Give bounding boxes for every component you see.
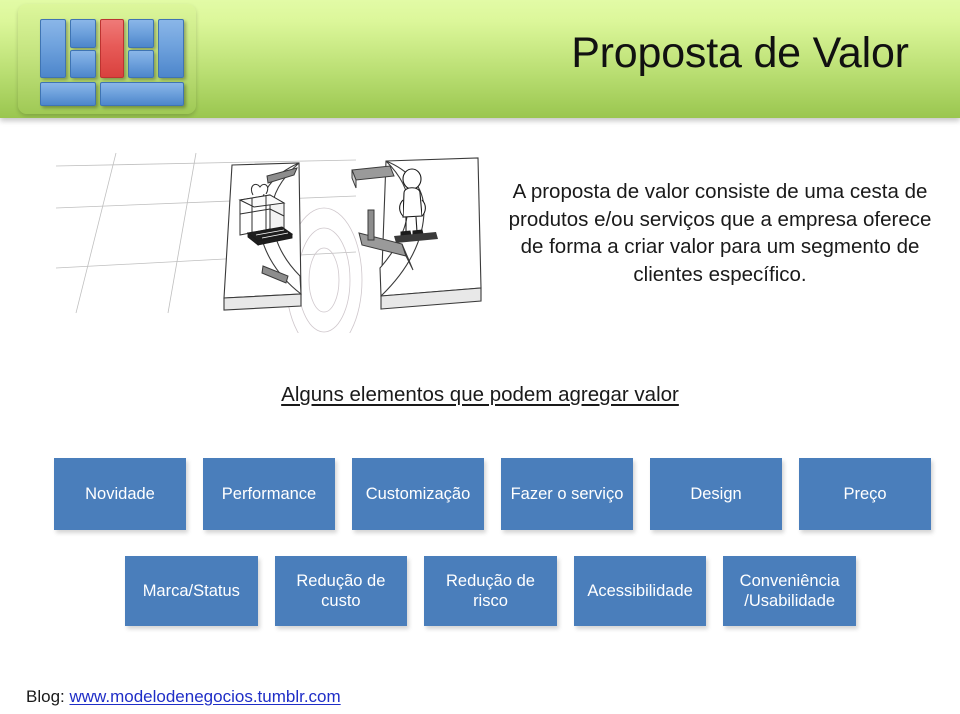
page-title: Proposta de Valor [571, 29, 909, 77]
element-box-conveniencia-usabilidade[interactable]: Conveniência /Usabilidade [723, 556, 856, 626]
value-proposition-sketch-svg [55, 152, 482, 353]
intro-paragraph: A proposta de valor consiste de uma cest… [508, 180, 932, 286]
logo-block-col4-top [128, 19, 154, 48]
slide-header-band: Proposta de Valor [0, 0, 960, 118]
element-box-design[interactable]: Design [650, 458, 782, 530]
logo-block-bottom-right [100, 82, 184, 106]
element-box-reducao-de-risco[interactable]: Redução de risco [424, 556, 557, 626]
element-box-reducao-de-custo[interactable]: Redução de custo [274, 556, 408, 626]
logo-block-left-tall [40, 19, 66, 78]
element-box-novidade[interactable]: Novidade [54, 458, 186, 530]
logo-block-col2-top [70, 19, 96, 48]
elements-row-one: Novidade Performance Customização Fazer … [54, 458, 931, 530]
footer-prefix: Blog: [26, 687, 70, 706]
elements-row-two: Marca/Status Redução de custo Redução de… [125, 556, 856, 626]
value-proposition-sketch [55, 148, 506, 353]
section-heading: Alguns elementos que podem agregar valor [281, 383, 679, 406]
element-box-acessibilidade[interactable]: Acessibilidade [573, 556, 707, 626]
logo-block-col2-bottom [70, 50, 96, 78]
element-box-fazer-o-servico[interactable]: Fazer o serviço [501, 458, 633, 530]
blog-link[interactable]: www.modelodenegocios.tumblr.com [69, 687, 340, 706]
logo-block-bottom-left [40, 82, 96, 106]
element-box-preco[interactable]: Preço [799, 458, 931, 530]
element-box-performance[interactable]: Performance [203, 458, 335, 530]
element-box-customizacao[interactable]: Customização [352, 458, 484, 530]
element-box-marca-status[interactable]: Marca/Status [125, 556, 258, 626]
footer: Blog: www.modelodenegocios.tumblr.com [26, 686, 341, 708]
logo [18, 4, 196, 114]
logo-block-col4-bottom [128, 50, 154, 78]
logo-block-center-accent [100, 19, 124, 78]
logo-block-right-tall [158, 19, 184, 78]
